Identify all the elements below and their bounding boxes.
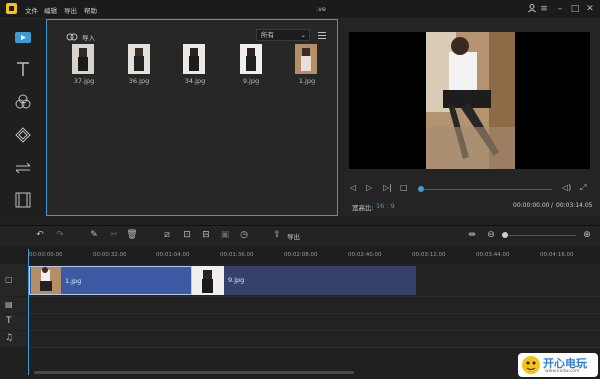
mascot-logo: [522, 356, 540, 374]
filter-value: 所有: [261, 31, 274, 39]
clip-label: 9.jpg: [228, 276, 245, 284]
progress-handle[interactable]: [418, 186, 424, 192]
timeline-scrollbar[interactable]: [34, 371, 354, 374]
media-filename: 9.jpg: [242, 77, 260, 85]
text-track[interactable]: [28, 314, 600, 331]
fit-icon[interactable]: ⇹: [465, 229, 479, 241]
redo-icon[interactable]: ↷: [53, 229, 67, 241]
close-icon[interactable]: ✕: [584, 3, 596, 15]
window-title: .ve: [316, 5, 326, 13]
left-toolbar: [0, 19, 46, 216]
maximize-icon[interactable]: □: [569, 3, 581, 15]
time-separator: /: [551, 202, 554, 209]
media-filename: 1.jpg: [298, 77, 316, 85]
edit-icon[interactable]: ✎: [87, 229, 101, 241]
menu-help[interactable]: 帮助: [84, 5, 97, 15]
music-track[interactable]: [28, 331, 600, 348]
filter-dropdown[interactable]: 所有 ⌄: [256, 29, 310, 41]
aspect-value[interactable]: 16 : 9: [376, 202, 395, 210]
zoom-handle[interactable]: [502, 232, 508, 238]
timeline-clip[interactable]: 9.jpg: [192, 266, 416, 295]
import-label[interactable]: 导入: [82, 32, 95, 42]
clip-label: 1.jpg: [65, 277, 82, 285]
menu-export[interactable]: 导出: [64, 5, 77, 15]
media-filename: 37.jpg: [73, 77, 95, 85]
transition-tab-icon[interactable]: [12, 158, 34, 178]
media-filename: 36.jpg: [128, 77, 150, 85]
menu-edit[interactable]: 编辑: [44, 5, 57, 15]
image-track-header: ▢: [0, 264, 28, 296]
ruler-tick: 00:03:12.00: [412, 252, 446, 258]
video-preview: [349, 32, 590, 169]
site-watermark: 开心电玩 www.kxdw.com: [518, 353, 598, 377]
zoom-out-icon[interactable]: ⊖: [484, 229, 498, 241]
menu-icon[interactable]: ≡: [538, 3, 550, 15]
overlay-tab-icon[interactable]: [12, 125, 34, 145]
resize-icon[interactable]: ⊡: [180, 229, 194, 241]
text-tab-icon[interactable]: [12, 59, 34, 79]
ruler-tick: 00:00:32.00: [93, 252, 127, 258]
mosaic-icon[interactable]: ▣: [218, 229, 232, 241]
delete-icon[interactable]: 🗑: [125, 229, 139, 241]
ruler-tick: 00:02:40.00: [348, 252, 382, 258]
fullscreen-icon[interactable]: ⤢: [580, 183, 586, 193]
time-current: 00:00:00.00: [513, 202, 550, 209]
play-icon[interactable]: ▷: [366, 183, 372, 192]
app-logo: [6, 3, 17, 14]
ruler-tick: 00:01:36.00: [220, 252, 254, 258]
playhead[interactable]: [28, 249, 29, 375]
ruler-tick: 00:04:16.00: [540, 252, 574, 258]
zoom-slider[interactable]: [503, 235, 576, 236]
cut-icon[interactable]: ✂: [107, 229, 121, 241]
media-filename: 34.jpg: [184, 77, 206, 85]
image-track-icon: ▢: [5, 275, 13, 284]
time-total: 00:03:14.05: [556, 202, 593, 209]
text-track-icon: T: [6, 316, 12, 326]
stop-icon[interactable]: □: [400, 183, 408, 192]
undo-icon[interactable]: ↶: [33, 229, 47, 241]
ruler-tick: 00:02:08.00: [284, 252, 318, 258]
filter-tab-icon[interactable]: [12, 92, 34, 112]
overlay-track-icon: ▤: [5, 300, 13, 309]
crop-icon[interactable]: ⧄: [160, 229, 174, 241]
music-track-header: ♫: [0, 331, 28, 347]
aspect-label: 宽高比:: [352, 204, 374, 212]
user-icon[interactable]: [526, 3, 538, 15]
import-icon[interactable]: [66, 31, 78, 41]
media-item[interactable]: [295, 44, 317, 76]
menu-file[interactable]: 文件: [25, 5, 38, 15]
timeline-clip[interactable]: 1.jpg: [29, 266, 192, 295]
media-item[interactable]: [128, 44, 150, 76]
progress-track[interactable]: [420, 189, 552, 190]
media-item[interactable]: [183, 44, 205, 76]
ruler-tick: 00:03:44.00: [476, 252, 510, 258]
watermark-url: www.kxdw.com: [545, 369, 580, 374]
volume-icon[interactable]: ◁): [562, 183, 571, 192]
duration-icon[interactable]: ◷: [237, 229, 251, 241]
overlay-track[interactable]: [28, 297, 600, 314]
list-view-icon[interactable]: [317, 31, 327, 40]
minimize-icon[interactable]: –: [554, 3, 566, 15]
chevron-down-icon: ⌄: [300, 31, 306, 39]
media-item[interactable]: [72, 44, 94, 76]
text-track-header: T: [0, 314, 28, 330]
ruler-tick: 00:00:00.00: [29, 252, 63, 258]
split-icon[interactable]: ⊟: [199, 229, 213, 241]
export-label[interactable]: 导出: [287, 231, 300, 241]
next-frame-icon[interactable]: ▷|: [383, 183, 392, 192]
overlay-track-header: ▤: [0, 297, 28, 313]
export-icon[interactable]: ⇪: [270, 229, 284, 241]
zoom-in-icon[interactable]: ⊕: [580, 229, 594, 241]
film-tab-icon[interactable]: [12, 190, 34, 210]
music-track-icon: ♫: [5, 333, 14, 343]
media-tab-icon[interactable]: [12, 28, 34, 48]
media-item[interactable]: [240, 44, 262, 76]
prev-frame-icon[interactable]: ◁: [350, 183, 356, 192]
ruler-tick: 00:01:04.00: [156, 252, 190, 258]
